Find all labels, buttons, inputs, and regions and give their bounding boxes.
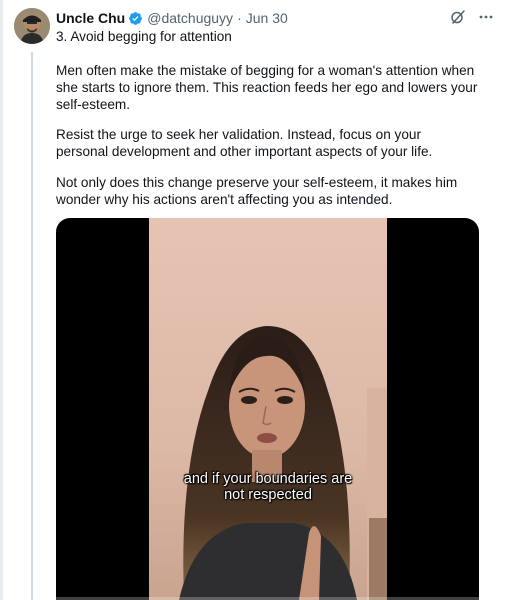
video-player[interactable]: and if your boundaries are not respected <box>56 218 479 600</box>
verified-badge-icon <box>129 11 143 25</box>
grok-icon[interactable] <box>450 9 466 25</box>
caption-line: not respected <box>224 487 312 503</box>
tweet-paragraph: Not only does this change preserve your … <box>56 175 458 207</box>
caption-line: and if your boundaries are <box>183 471 353 487</box>
header-separator: · <box>237 10 242 26</box>
more-icon[interactable] <box>478 9 494 25</box>
video-caption: and if your boundaries are not respected <box>149 471 387 503</box>
video-frame <box>149 218 387 600</box>
left-border <box>0 0 3 600</box>
thread-line <box>31 52 33 600</box>
tweet-actions <box>450 9 494 25</box>
tweet-title: 3. Avoid begging for attention <box>56 29 232 44</box>
tweet-date[interactable]: Jun 30 <box>246 10 288 26</box>
author-name[interactable]: Uncle Chu <box>56 10 125 26</box>
tweet-paragraph: Resist the urge to seek her validation. … <box>56 127 433 159</box>
tweet-header: Uncle Chu @datchuguyy · Jun 30 <box>56 9 288 27</box>
tweet[interactable]: Uncle Chu @datchuguyy · Jun 30 3. Avoid … <box>14 8 494 600</box>
tweet-paragraph: Men often make the mistake of begging fo… <box>56 63 478 112</box>
author-handle[interactable]: @datchuguyy <box>147 10 233 26</box>
author-avatar[interactable] <box>14 8 50 44</box>
